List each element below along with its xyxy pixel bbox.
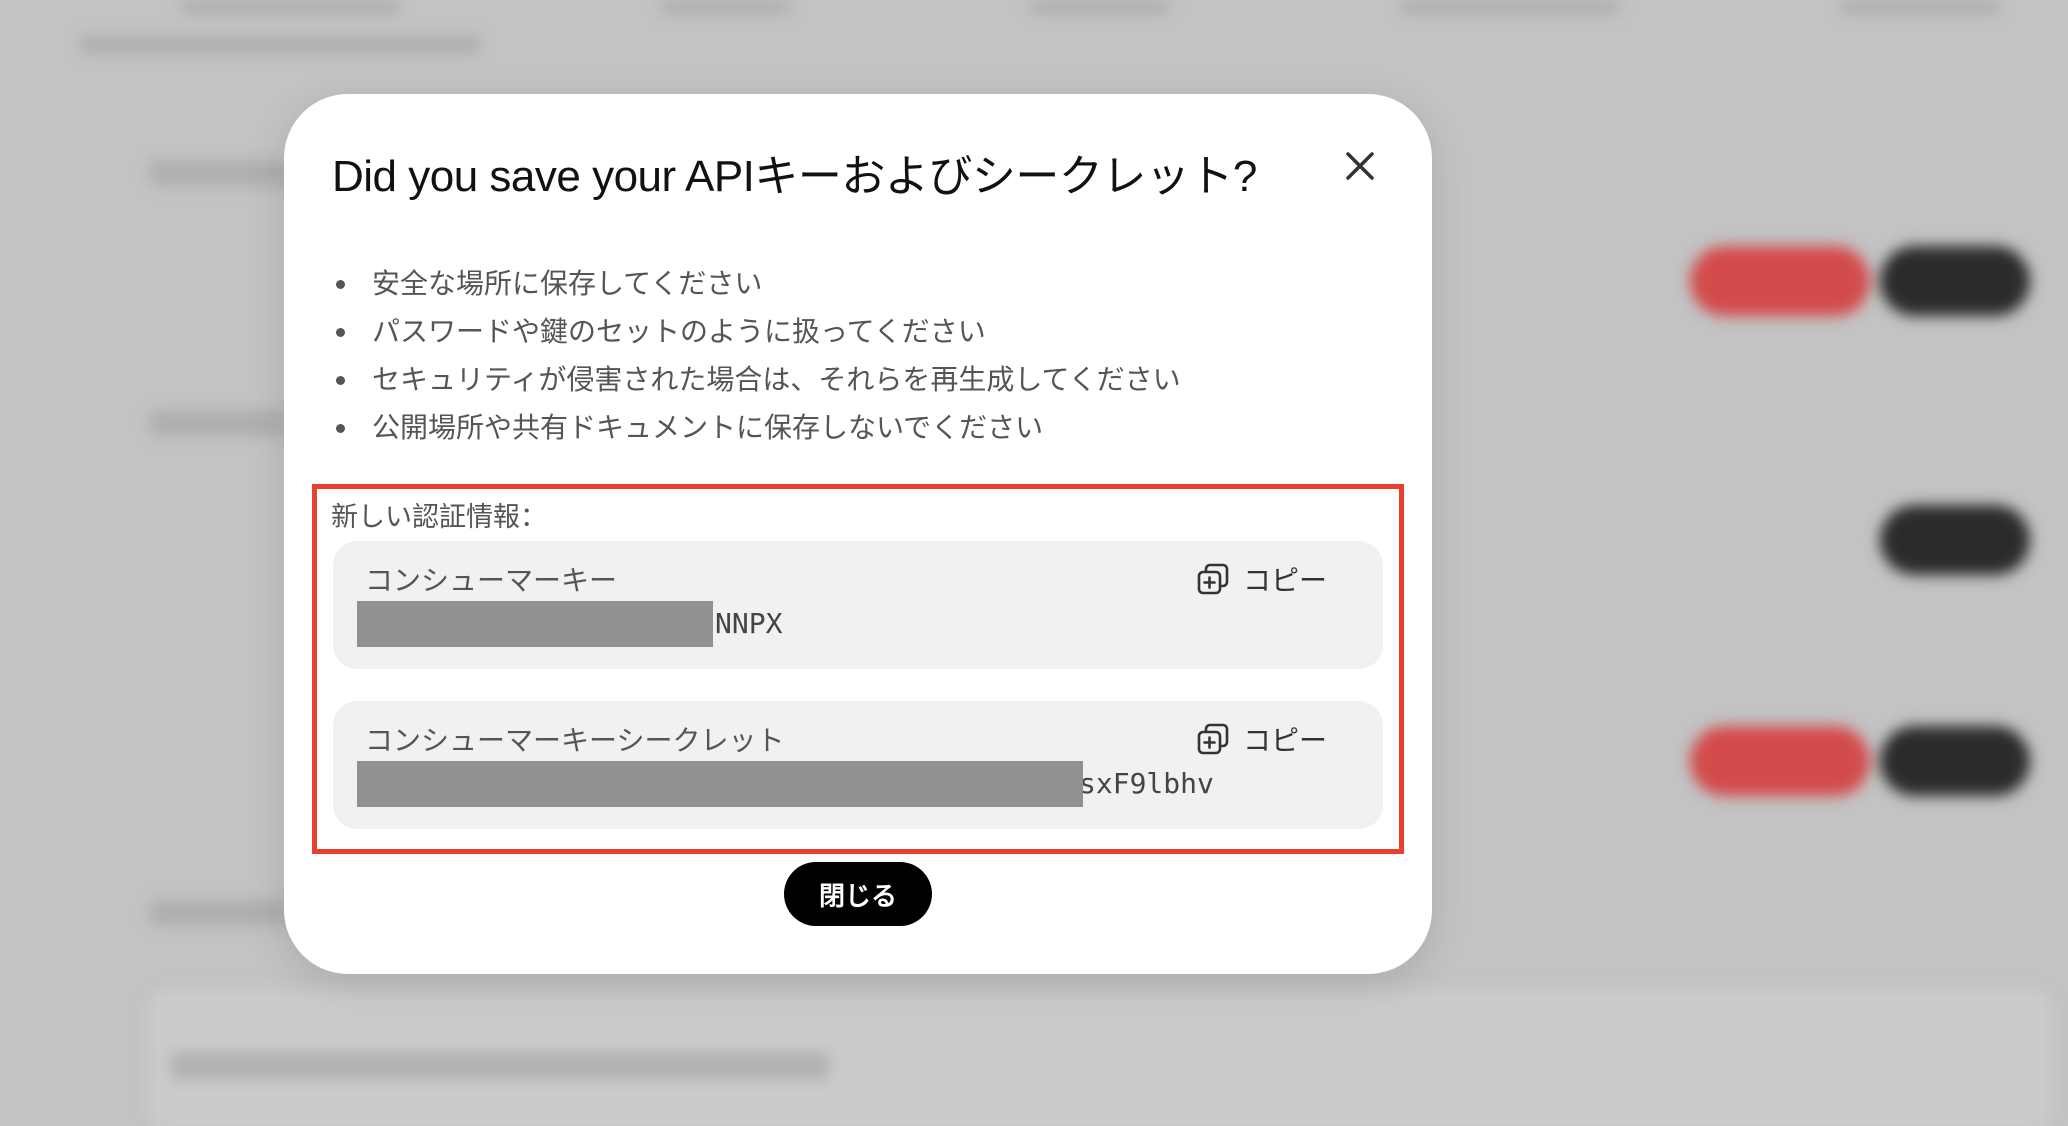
background-nav [1840, 0, 2000, 14]
credentials-heading: 新しい認証情報： [331, 502, 547, 533]
consumer-key-card: コンシューマーキー NNPX コピー [333, 541, 1383, 669]
background-text [150, 900, 290, 926]
tip-item: 安全な場所に保存してください [332, 260, 1181, 308]
consumer-secret-card: コンシューマーキーシークレット sxF9lbhv コピー [333, 701, 1383, 829]
consumer-key-value[interactable]: NNPX [357, 601, 787, 647]
background-button [1690, 246, 1870, 316]
tip-item: パスワードや鍵のセットのように扱ってください [332, 308, 1181, 356]
close-icon [1346, 152, 1374, 180]
copy-icon [1197, 563, 1229, 595]
background-nav [660, 0, 790, 14]
background-button [1880, 505, 2030, 575]
consumer-secret-label: コンシューマーキーシークレット [365, 724, 785, 757]
background-nav [1030, 0, 1170, 14]
tip-item: セキュリティが侵害された場合は、それらを再生成してください [332, 356, 1181, 404]
consumer-secret-value[interactable]: sxF9lbhv [357, 761, 1237, 807]
credentials-highlight-box: 新しい認証情報： コンシューマーキー NNPX コピー コンシューマーキーシーク… [312, 484, 1404, 854]
redaction-block [357, 761, 1083, 807]
consumer-key-suffix: NNPX [715, 607, 783, 640]
background-button [1690, 726, 1870, 796]
consumer-key-label: コンシューマーキー [365, 564, 618, 597]
background-text [170, 1052, 830, 1080]
consumer-secret-suffix: sxF9lbhv [1079, 767, 1214, 800]
background-nav [180, 0, 400, 14]
tip-item: 公開場所や共有ドキュメントに保存しないでください [332, 404, 1181, 452]
copy-label: コピー [1242, 724, 1327, 757]
close-dialog-button[interactable] [1338, 144, 1382, 188]
security-tips-list: 安全な場所に保存してください パスワードや鍵のセットのように扱ってください セキ… [332, 260, 1181, 452]
close-button[interactable]: 閉じる [784, 862, 932, 926]
copy-consumer-secret-button[interactable]: コピー [1195, 719, 1327, 759]
background-nav [1400, 0, 1620, 14]
copy-icon [1197, 723, 1229, 755]
background-heading [80, 36, 480, 54]
background-button [1880, 246, 2030, 316]
copy-label: コピー [1242, 564, 1327, 597]
background-text [150, 410, 290, 436]
background-button [1880, 726, 2030, 796]
background-text [150, 160, 290, 186]
dialog-title: Did you save your APIキーおよびシークレット? [332, 152, 1257, 201]
copy-consumer-key-button[interactable]: コピー [1195, 559, 1327, 599]
save-credentials-dialog: Did you save your APIキーおよびシークレット? 安全な場所に… [284, 94, 1432, 974]
redaction-block [357, 601, 713, 647]
